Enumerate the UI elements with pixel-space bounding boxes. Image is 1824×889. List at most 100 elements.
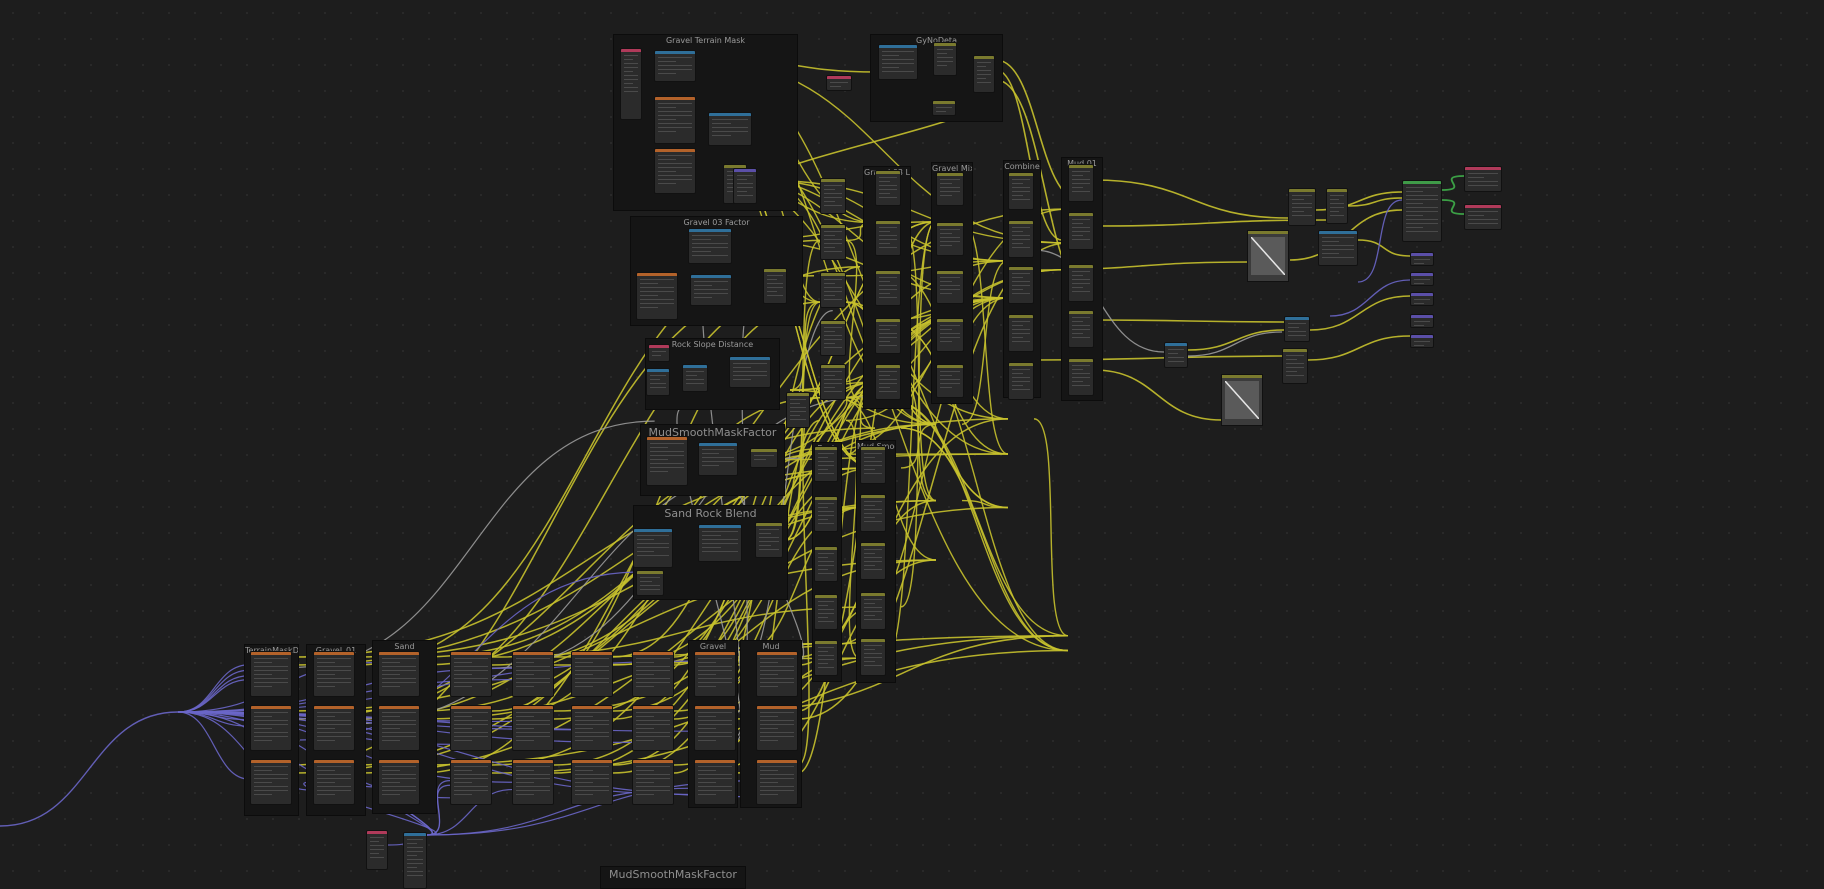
node-socket-row[interactable] [254,686,272,687]
node-socket-row[interactable] [650,455,684,456]
node-socket-row[interactable] [864,505,875,506]
node-socket-row[interactable] [940,191,960,192]
shader-node[interactable] [932,100,956,116]
node-socket-row[interactable] [879,243,890,244]
node-socket-row[interactable] [407,859,423,860]
node-header[interactable] [730,357,770,360]
node-header[interactable] [757,706,797,709]
node-socket-row[interactable] [575,732,609,733]
node-socket-row[interactable] [818,601,834,602]
node-socket-row[interactable] [760,666,794,667]
node-socket-row[interactable] [454,658,488,659]
node-socket-row[interactable] [658,103,692,104]
node-socket-row[interactable] [254,782,272,783]
node-socket-row[interactable] [382,678,416,679]
shader-node[interactable] [512,705,554,751]
node-socket-row[interactable] [575,728,593,729]
node-socket-row[interactable] [1072,279,1090,280]
node-socket-row[interactable] [824,383,842,384]
node-socket-row[interactable] [382,774,416,775]
node-socket-row[interactable] [1072,223,1083,224]
shader-node[interactable] [729,356,771,388]
node-socket-row[interactable] [1406,187,1438,188]
node-header[interactable] [815,595,837,598]
node-socket-row[interactable] [1468,181,1498,182]
node-socket-row[interactable] [759,533,771,534]
node-socket-row[interactable] [864,549,882,550]
shader-node[interactable] [646,436,688,486]
node-header[interactable] [815,641,837,644]
node-socket-row[interactable] [818,609,834,610]
node-header[interactable] [827,76,851,79]
shader-node[interactable] [860,446,886,484]
node-header[interactable] [937,365,963,368]
node-socket-row[interactable] [516,674,534,675]
node-socket-row[interactable] [1012,369,1030,370]
node-socket-row[interactable] [824,231,842,232]
node-socket-row[interactable] [879,383,897,384]
node-socket-row[interactable] [1072,287,1083,288]
node-socket-row[interactable] [818,523,834,524]
node-socket-row[interactable] [1406,203,1424,204]
node-socket-row[interactable] [824,295,835,296]
node-socket-row[interactable] [516,766,550,767]
node-socket-row[interactable] [864,501,882,502]
node-socket-row[interactable] [698,728,716,729]
node-header[interactable] [1411,253,1433,256]
node-socket-row[interactable] [650,379,660,380]
node-socket-row[interactable] [650,383,666,384]
node-socket-row[interactable] [1072,183,1090,184]
shader-node[interactable] [860,592,886,630]
node-socket-row[interactable] [658,131,676,132]
node-header[interactable] [861,447,885,450]
node-socket-row[interactable] [1012,277,1023,278]
node-socket-row[interactable] [1072,337,1090,338]
node-socket-row[interactable] [879,289,897,290]
node-socket-row[interactable] [254,790,288,791]
node-socket-row[interactable] [698,740,716,741]
node-socket-row[interactable] [940,325,960,326]
node-socket-row[interactable] [516,728,534,729]
node-header[interactable] [633,652,673,655]
shader-node[interactable] [403,832,427,889]
node-header[interactable] [751,449,777,452]
node-socket-row[interactable] [864,561,882,562]
node-socket-row[interactable] [824,251,842,252]
node-socket-row[interactable] [760,724,794,725]
node-socket-row[interactable] [864,453,882,454]
node-socket-row[interactable] [1012,333,1030,334]
node-socket-row[interactable] [1012,235,1030,236]
node-socket-row[interactable] [575,720,609,721]
node-socket-row[interactable] [824,387,835,388]
shader-node[interactable] [632,651,674,697]
node-header[interactable] [1289,189,1315,192]
node-socket-row[interactable] [694,293,728,294]
node-socket-row[interactable] [712,127,748,128]
shader-node[interactable] [571,651,613,697]
node-socket-row[interactable] [767,279,777,280]
node-socket-row[interactable] [698,766,732,767]
node-header[interactable] [734,169,756,172]
node-socket-row[interactable] [824,205,842,206]
node-socket-row[interactable] [1012,377,1030,378]
node-socket-row[interactable] [818,651,828,652]
node-socket-row[interactable] [1012,289,1023,290]
node-header[interactable] [815,547,837,550]
node-socket-row[interactable] [1414,341,1430,342]
node-socket-row[interactable] [1414,279,1430,280]
shader-node[interactable] [814,496,838,532]
node-header[interactable] [1009,173,1033,176]
shader-node[interactable] [875,170,901,206]
node-socket-row[interactable] [640,303,674,304]
node-socket-row[interactable] [940,333,960,334]
node-socket-row[interactable] [818,663,828,664]
shader-node[interactable] [1008,172,1034,210]
node-socket-row[interactable] [702,465,720,466]
node-header[interactable] [787,393,809,396]
node-socket-row[interactable] [382,720,416,721]
node-socket-row[interactable] [1012,239,1030,240]
node-socket-row[interactable] [1414,283,1424,284]
node-socket-row[interactable] [1012,183,1023,184]
node-socket-row[interactable] [317,728,335,729]
node-header[interactable] [451,706,491,709]
